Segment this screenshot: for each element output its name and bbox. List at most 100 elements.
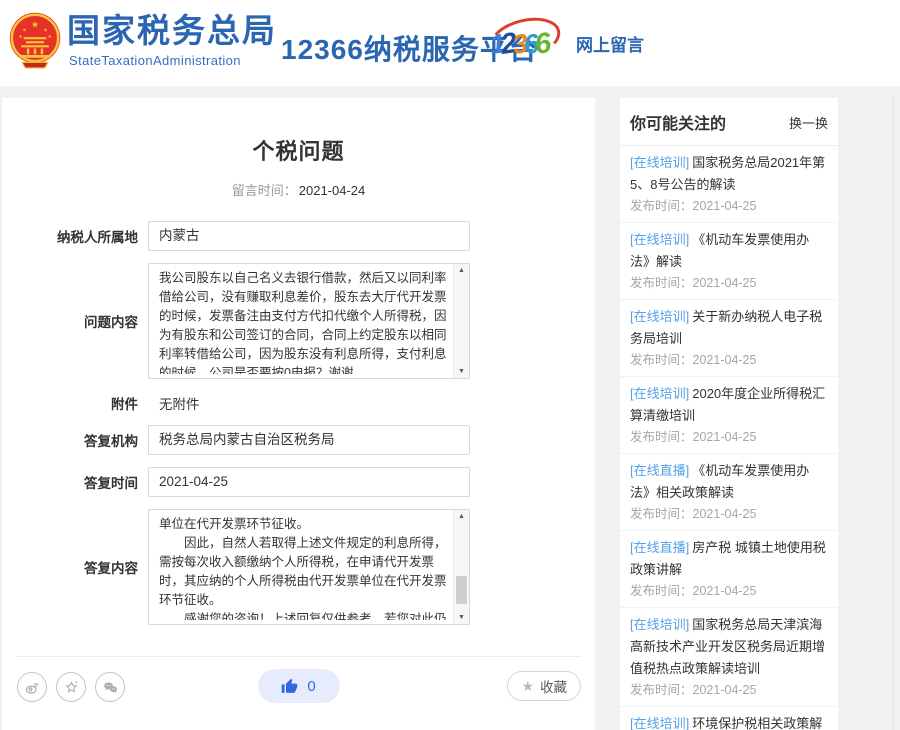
sidebar-title: 你可能关注的: [630, 110, 726, 134]
related-item-link[interactable]: [在线培训]关于新办纳税人电子税务局培训: [630, 306, 828, 350]
reply-time-input[interactable]: 2021-04-25: [148, 467, 470, 497]
item-date-value: 2021-04-25: [693, 683, 757, 697]
attachment-value: 无附件: [148, 393, 200, 413]
svg-text:★: ★: [31, 19, 39, 29]
post-meta: 留言时间：2021-04-24: [2, 180, 595, 199]
post-time-label: 留言时间：: [232, 183, 297, 198]
item-tag: [在线直播]: [630, 463, 689, 478]
reply-scrollbar[interactable]: ▲ ▼: [453, 510, 469, 624]
org-name-english: StateTaxationAdministration: [69, 53, 241, 68]
like-button[interactable]: 0: [258, 669, 340, 703]
item-date-value: 2021-04-25: [693, 353, 757, 367]
related-item: [在线培训]国家税务总局天津滨海高新技术产业开发区税务局近期增值税热点政策解读培…: [620, 608, 838, 707]
svg-text:★: ★: [43, 27, 48, 33]
item-date: 发布时间：2021-04-25: [630, 199, 828, 214]
related-item: [在线培训]国家税务总局2021年第5、8号公告的解读 发布时间：2021-04…: [620, 146, 838, 223]
favorite-label: 收藏: [540, 676, 567, 696]
related-item-link[interactable]: [在线培训]2020年度企业所得税汇算清缴培训: [630, 383, 828, 427]
item-date-label: 发布时间：: [630, 683, 693, 697]
related-item-link[interactable]: [在线培训]《机动车发票使用办法》解读: [630, 229, 828, 273]
related-sidebar: 你可能关注的 换一换 [在线培训]国家税务总局2021年第5、8号公告的解读 发…: [620, 98, 838, 730]
related-item: [在线培训]《机动车发票使用办法》解读 发布时间：2021-04-25: [620, 223, 838, 300]
related-item: [在线培训]关于新办纳税人电子税务局培训 发布时间：2021-04-25: [620, 300, 838, 377]
item-date-label: 发布时间：: [630, 199, 693, 213]
field-row-location: 纳税人所属地 内蒙古: [2, 221, 595, 251]
related-item: [在线直播]房产税 城镇土地使用税政策讲解 发布时间：2021-04-25: [620, 531, 838, 608]
item-date-label: 发布时间：: [630, 353, 693, 367]
wechat-share-button[interactable]: [95, 672, 125, 702]
12366-colorful-logo: 12366: [487, 17, 565, 71]
reply-org-label: 答复机构: [2, 430, 148, 450]
thumbs-up-icon: [281, 678, 298, 695]
reply-time-label: 答复时间: [2, 472, 148, 492]
item-date-value: 2021-04-25: [693, 276, 757, 290]
related-item: [在线培训]环境保护税相关政策解读 发布时间：: [620, 707, 838, 730]
item-tag: [在线培训]: [630, 716, 689, 730]
related-item-link[interactable]: [在线培训]国家税务总局天津滨海高新技术产业开发区税务局近期增值税热点政策解读培…: [630, 614, 828, 680]
related-item-link[interactable]: [在线直播]《机动车发票使用办法》相关政策解读: [630, 460, 828, 504]
item-date: 发布时间：2021-04-25: [630, 507, 828, 522]
attachment-label: 附件: [2, 393, 148, 413]
scroll-down-icon[interactable]: ▼: [454, 614, 469, 621]
item-date-label: 发布时间：: [630, 276, 693, 290]
related-item-link[interactable]: [在线直播]房产税 城镇土地使用税政策讲解: [630, 537, 828, 581]
item-date-label: 发布时间：: [630, 507, 693, 521]
item-date-value: 2021-04-25: [693, 430, 757, 444]
item-tag: [在线培训]: [630, 617, 689, 632]
reply-text: 单位在代开发票环节征收。 因此，自然人若取得上述文件规定的利息所得，需按每次收入…: [159, 515, 449, 620]
location-input[interactable]: 内蒙古: [148, 221, 470, 251]
location-label: 纳税人所属地: [2, 226, 148, 246]
field-row-attachment: 附件 无附件: [2, 393, 595, 413]
scroll-down-icon[interactable]: ▼: [454, 368, 469, 375]
org-name: 国家税务总局: [67, 12, 277, 50]
item-tag: [在线培训]: [630, 386, 689, 401]
question-scrollbar[interactable]: ▲ ▼: [453, 264, 469, 378]
question-label: 问题内容: [2, 311, 148, 331]
item-date: 发布时间：2021-04-25: [630, 683, 828, 698]
message-detail-card: 个税问题 留言时间：2021-04-24 纳税人所属地 内蒙古 问题内容 我公司…: [2, 98, 595, 730]
share-buttons: [17, 672, 125, 702]
scroll-up-icon[interactable]: ▲: [454, 513, 469, 520]
post-time-value: 2021-04-24: [299, 183, 366, 198]
refresh-list-button[interactable]: 换一换: [789, 113, 828, 132]
site-header: ★ ★ ★ ★ ★ 国家税务总局 StateTaxationAdministra…: [0, 0, 900, 86]
question-text: 我公司股东以自己名义去银行借款，然后又以同利率借给公司，没有赚取利息差价，股东去…: [159, 269, 449, 374]
scrollbar-thumb[interactable]: [456, 576, 467, 604]
question-textarea[interactable]: 我公司股东以自己名义去银行借款，然后又以同利率借给公司，没有赚取利息差价，股东去…: [148, 263, 470, 379]
item-date-value: 2021-04-25: [693, 199, 757, 213]
item-date-label: 发布时间：: [630, 430, 693, 444]
item-date: 发布时间：2021-04-25: [630, 353, 828, 368]
item-date-value: 2021-04-25: [693, 507, 757, 521]
item-tag: [在线培训]: [630, 309, 689, 324]
field-row-reply-time: 答复时间 2021-04-25: [2, 467, 595, 497]
favorite-button[interactable]: ★ 收藏: [507, 671, 581, 701]
weibo-share-button[interactable]: [17, 672, 47, 702]
message-form: 纳税人所属地 内蒙古 问题内容 我公司股东以自己名义去银行借款，然后又以同利率借…: [2, 221, 595, 625]
related-item: [在线培训]2020年度企业所得税汇算清缴培训 发布时间：2021-04-25: [620, 377, 838, 454]
item-tag: [在线培训]: [630, 155, 689, 170]
item-date: 发布时间：2021-04-25: [630, 430, 828, 445]
item-date: 发布时间：2021-04-25: [630, 584, 828, 599]
page-scrollbar-line: [893, 95, 894, 730]
scroll-up-icon[interactable]: ▲: [454, 267, 469, 274]
item-date: 发布时间：2021-04-25: [630, 276, 828, 291]
national-emblem-logo: ★ ★ ★ ★ ★: [9, 9, 61, 75]
related-item-link[interactable]: [在线培训]国家税务总局2021年第5、8号公告的解读: [630, 152, 828, 196]
weibo-icon: [24, 679, 41, 696]
post-title: 个税问题: [2, 134, 595, 166]
item-tag: [在线培训]: [630, 232, 689, 247]
item-tag: [在线直播]: [630, 540, 689, 555]
reply-content-label: 答复内容: [2, 557, 148, 577]
nav-online-message-link[interactable]: 网上留言: [576, 31, 644, 56]
related-item-link[interactable]: [在线培训]环境保护税相关政策解读: [630, 713, 828, 730]
wechat-icon: [102, 679, 119, 696]
related-item: [在线直播]《机动车发票使用办法》相关政策解读 发布时间：2021-04-25: [620, 454, 838, 531]
field-row-question: 问题内容 我公司股东以自己名义去银行借款，然后又以同利率借给公司，没有赚取利息差…: [2, 263, 595, 379]
item-date-value: 2021-04-25: [693, 584, 757, 598]
field-row-reply-org: 答复机构 税务总局内蒙古自治区税务局: [2, 425, 595, 455]
sidebar-header: 你可能关注的 换一换: [620, 98, 838, 146]
reply-textarea[interactable]: 单位在代开发票环节征收。 因此，自然人若取得上述文件规定的利息所得，需按每次收入…: [148, 509, 470, 625]
card-footer: 0 ★ 收藏: [16, 656, 581, 729]
star-share-button[interactable]: [56, 672, 86, 702]
reply-org-input[interactable]: 税务总局内蒙古自治区税务局: [148, 425, 470, 455]
